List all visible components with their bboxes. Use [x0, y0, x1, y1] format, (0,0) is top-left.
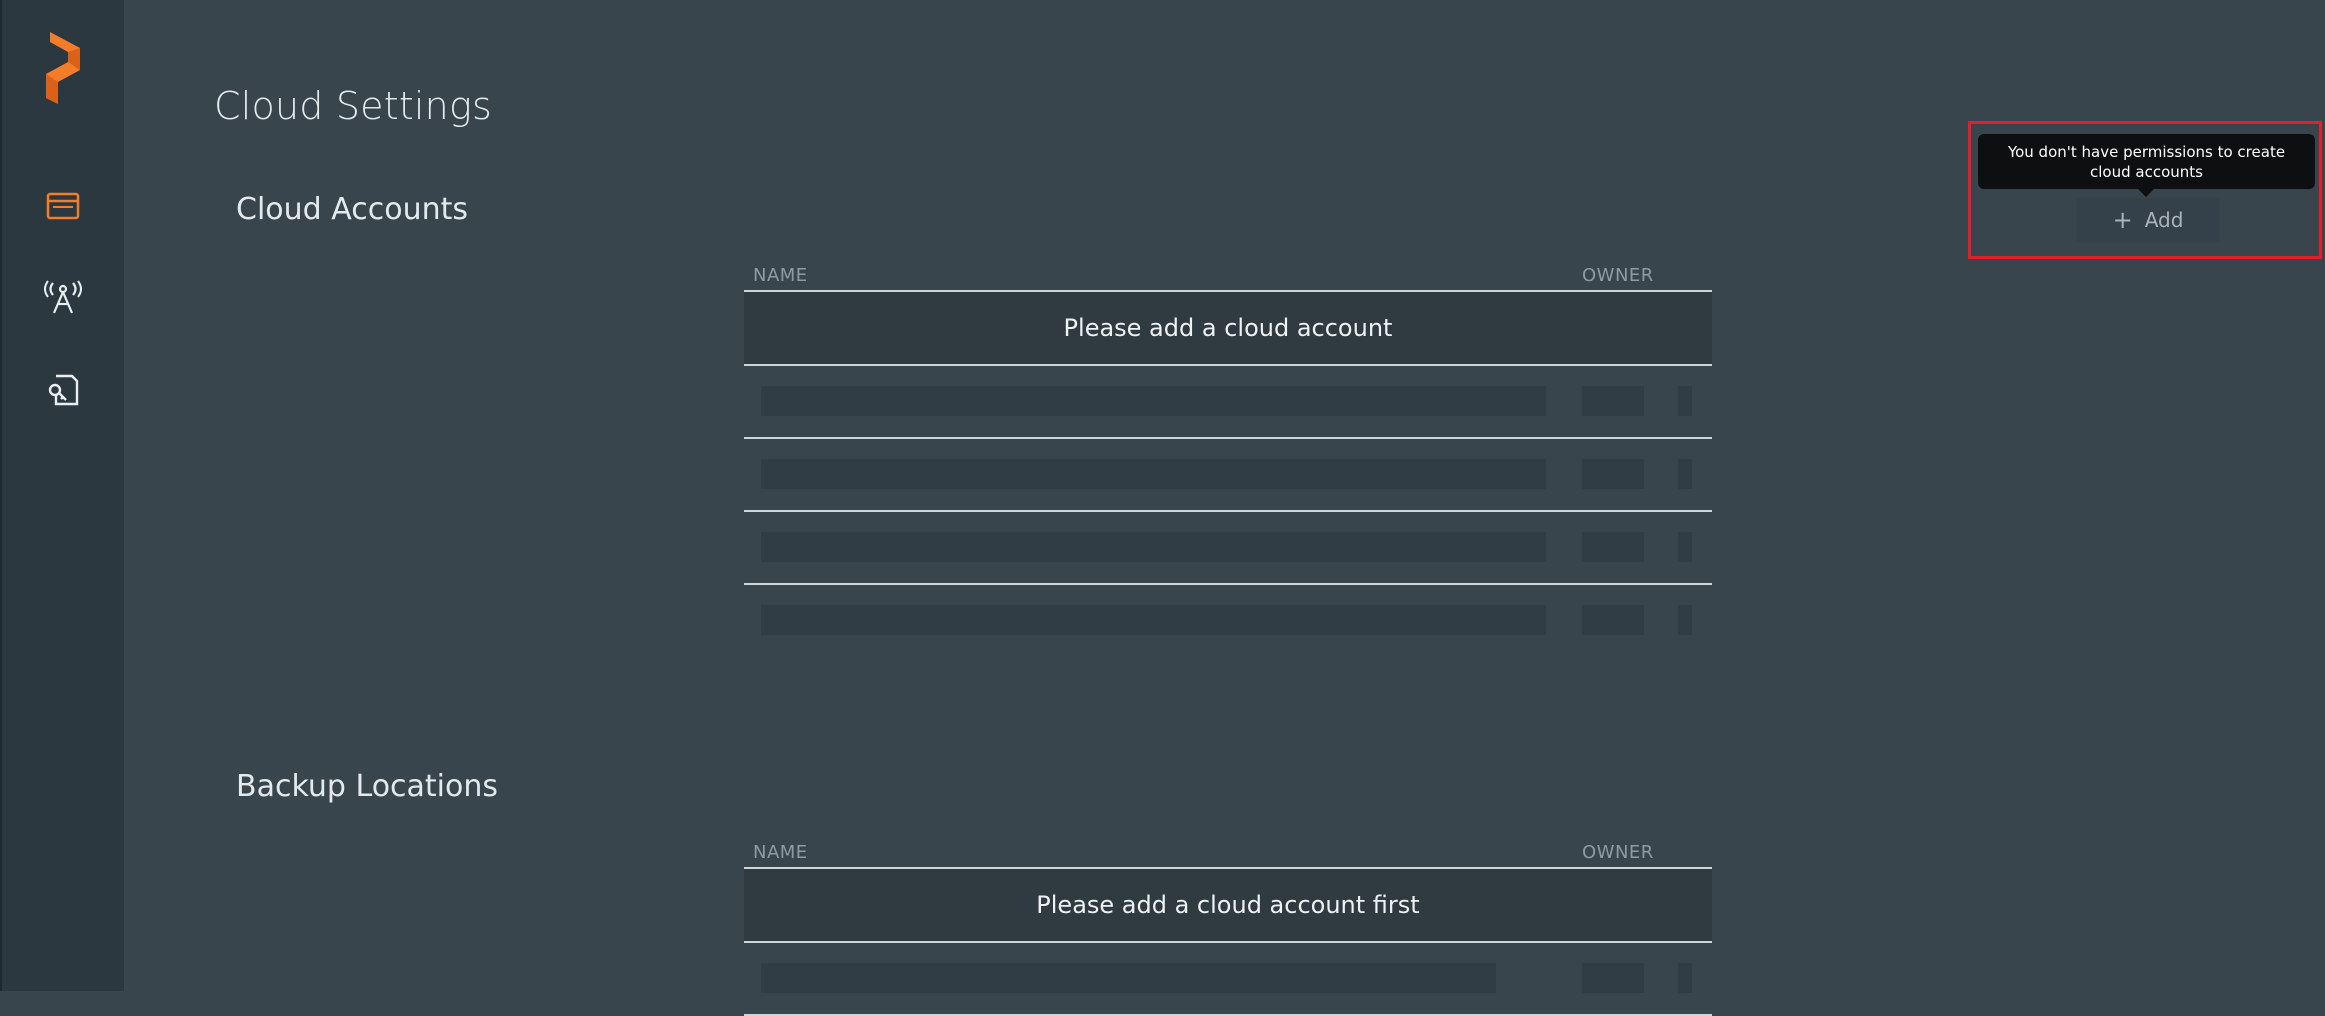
app-logo[interactable] — [42, 30, 86, 106]
table-header: NAME OWNER — [744, 833, 1712, 869]
placeholder-action-cell — [1678, 386, 1692, 416]
column-header-name[interactable]: NAME — [753, 842, 808, 863]
placeholder-owner-cell — [1582, 532, 1644, 562]
page-title: Cloud Settings — [214, 84, 492, 128]
tooltip-arrow — [2138, 189, 2154, 197]
nav-item-licenses[interactable] — [40, 367, 86, 413]
placeholder-row — [744, 366, 1712, 439]
placeholder-name-cell — [761, 459, 1546, 489]
add-button-label: Add — [2144, 208, 2184, 232]
tooltip-text: You don't have permissions to create clo… — [2007, 142, 2286, 181]
placeholder-action-cell — [1678, 605, 1692, 635]
placeholder-name-cell — [761, 532, 1546, 562]
nav-item-monitoring[interactable] — [40, 275, 86, 321]
placeholder-action-cell — [1678, 532, 1692, 562]
empty-state-row: Please add a cloud account first — [744, 869, 1712, 943]
placeholder-owner-cell — [1582, 963, 1644, 993]
placeholder-owner-cell — [1582, 386, 1644, 416]
table-header: NAME OWNER — [744, 256, 1712, 292]
placeholder-owner-cell — [1582, 605, 1644, 635]
backup-locations-title: Backup Locations — [236, 769, 499, 804]
empty-state-row: Please add a cloud account — [744, 292, 1712, 366]
empty-state-message: Please add a cloud account — [1063, 314, 1393, 342]
sidebar — [0, 0, 124, 991]
dashboard-window-icon — [46, 192, 80, 220]
empty-state-message: Please add a cloud account first — [1036, 891, 1420, 919]
placeholder-row — [744, 512, 1712, 585]
backup-locations-table: NAME OWNER Please add a cloud account fi… — [744, 833, 1712, 1016]
column-header-owner[interactable]: OWNER — [1582, 265, 1654, 286]
antenna-broadcast-icon — [43, 280, 83, 316]
placeholder-row — [744, 943, 1712, 1016]
placeholder-name-cell — [761, 605, 1546, 635]
document-key-icon — [46, 373, 80, 407]
placeholder-owner-cell — [1582, 459, 1644, 489]
placeholder-name-cell — [761, 386, 1546, 416]
add-cloud-account-button[interactable]: + Add — [2077, 198, 2219, 242]
placeholder-action-cell — [1678, 963, 1692, 993]
placeholder-row — [744, 439, 1712, 512]
placeholder-name-cell — [761, 963, 1496, 993]
permission-tooltip: You don't have permissions to create clo… — [1978, 134, 2315, 189]
cloud-accounts-table: NAME OWNER Please add a cloud account — [744, 256, 1712, 656]
column-header-owner[interactable]: OWNER — [1582, 842, 1654, 863]
column-header-name[interactable]: NAME — [753, 265, 808, 286]
cloud-accounts-title: Cloud Accounts — [236, 192, 468, 227]
nav-item-clusters[interactable] — [40, 183, 86, 229]
plus-icon: + — [2112, 206, 2133, 234]
placeholder-row — [744, 585, 1712, 656]
placeholder-action-cell — [1678, 459, 1692, 489]
